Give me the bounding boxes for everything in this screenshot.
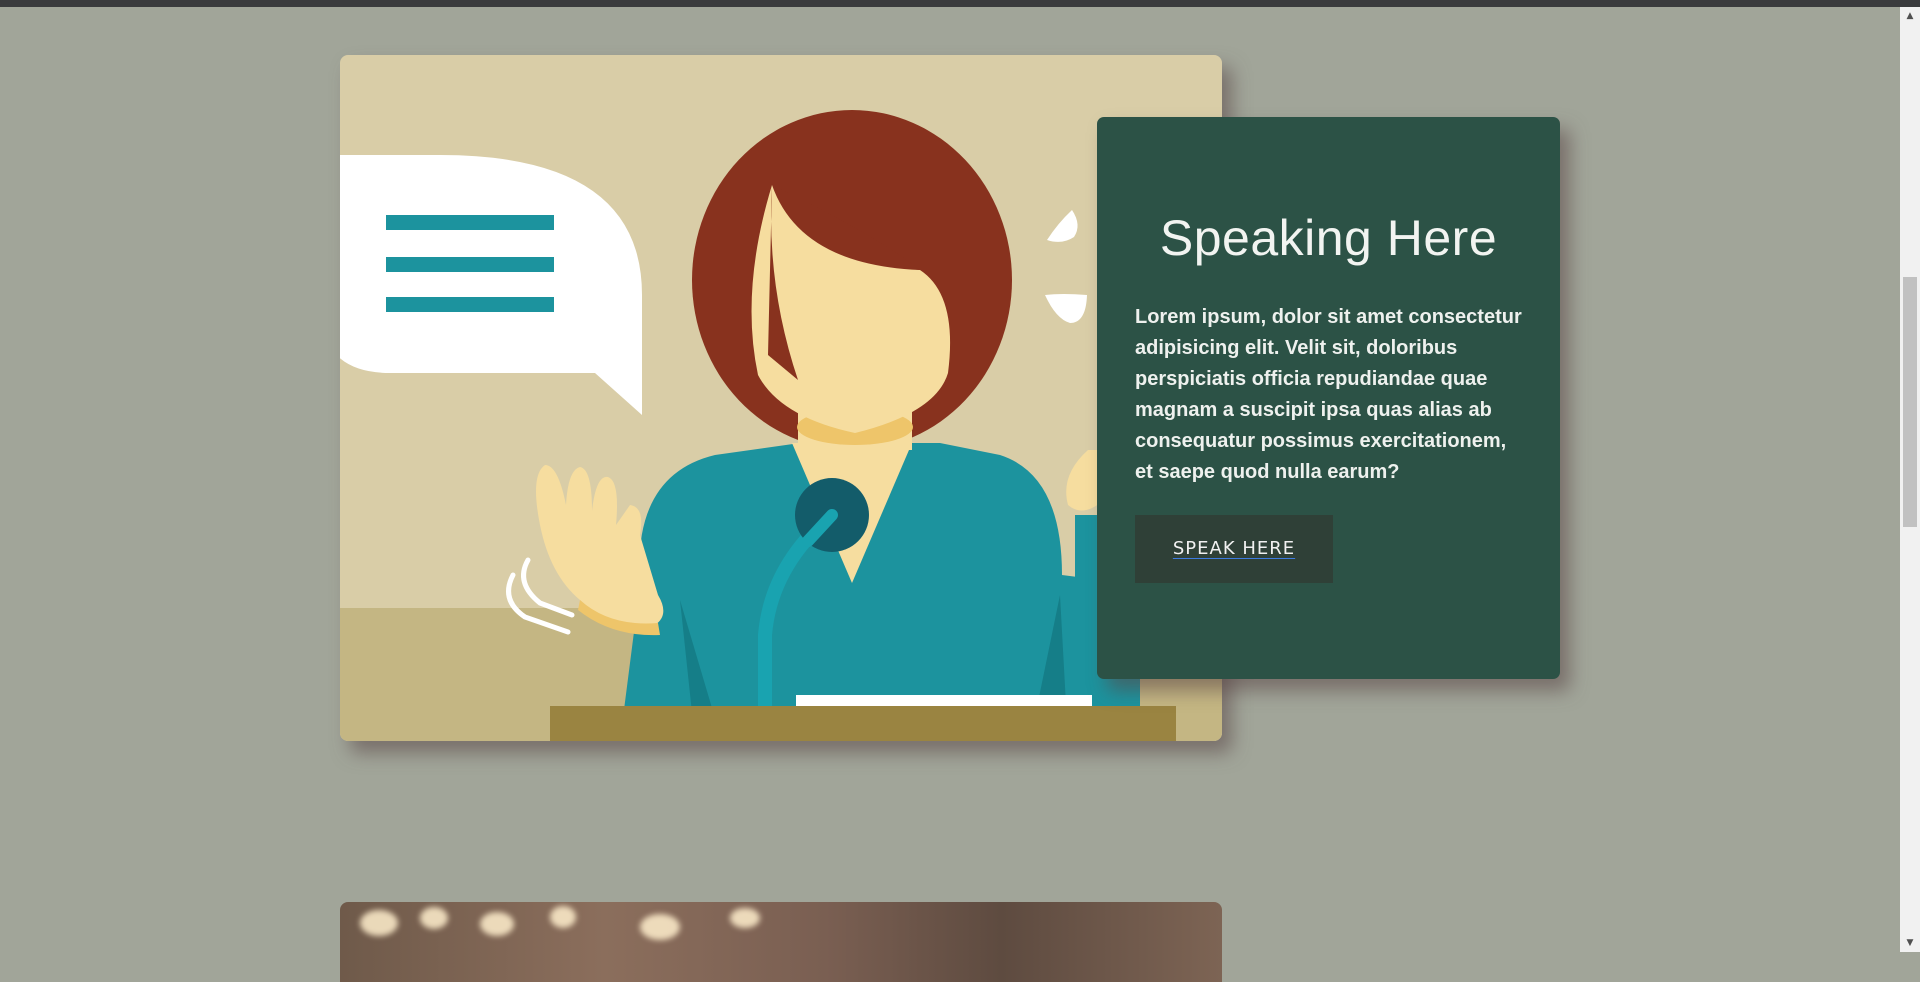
speaker-illustration (340, 55, 1222, 741)
card-title: Speaking Here (1159, 210, 1498, 266)
info-card: Speaking Here Lorem ipsum, dolor sit ame… (1097, 117, 1560, 679)
podium (550, 706, 1176, 741)
vertical-scrollbar[interactable]: ▲ ▼ (1900, 7, 1920, 952)
card-description: Lorem ipsum, dolor sit amet consectetur … (1135, 306, 1522, 483)
scroll-up-arrow-icon[interactable]: ▲ (1900, 9, 1920, 23)
browser-top-bar (0, 0, 1920, 7)
scrollbar-thumb[interactable] (1903, 277, 1917, 527)
next-section-image (340, 902, 1222, 982)
scroll-down-arrow-icon[interactable]: ▼ (1900, 936, 1920, 950)
speak-here-button[interactable]: SPEAK HERE (1135, 515, 1333, 583)
